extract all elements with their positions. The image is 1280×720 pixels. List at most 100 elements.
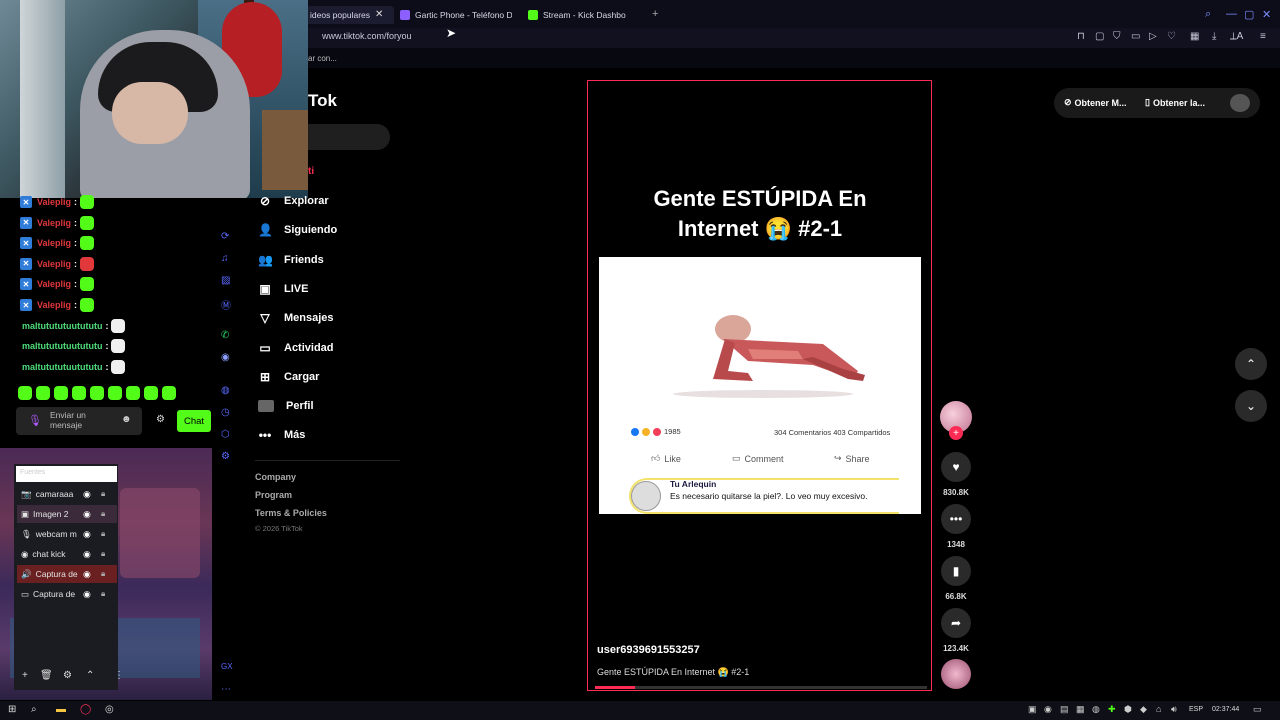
nav-live[interactable]: ▣ LIVE: [258, 278, 308, 300]
previous-video-button[interactable]: ⌃: [1235, 348, 1267, 380]
eye-icon[interactable]: ◉: [83, 529, 91, 540]
obs-source-row[interactable]: ▣ Imagen 2 ◉ 🔒︎: [17, 505, 117, 523]
emote-icon[interactable]: [36, 386, 50, 400]
avatar[interactable]: [1230, 94, 1250, 112]
shield-icon[interactable]: ⛉: [1113, 31, 1121, 42]
mod-icon[interactable]: Ⓜ: [221, 297, 231, 312]
more-icon[interactable]: ⋮: [114, 670, 124, 681]
close-tab-icon[interactable]: ✕: [375, 9, 383, 20]
nav-following[interactable]: 👤 Siguiendo: [258, 219, 337, 241]
sources-filter-input[interactable]: Fuentes: [16, 466, 117, 482]
chat-send-button[interactable]: Chat: [177, 410, 211, 432]
extension-icon[interactable]: ▦: [1190, 31, 1199, 42]
cube-icon[interactable]: ⬡: [221, 429, 230, 440]
lock-icon[interactable]: 🔒︎: [101, 569, 105, 579]
pin-icon[interactable]: ⊓: [1077, 31, 1085, 42]
eye-icon[interactable]: ◉: [83, 549, 91, 560]
footer-terms[interactable]: Terms & Policies: [255, 508, 327, 518]
url-field[interactable]: www.tiktok.com/foryou: [322, 31, 412, 41]
obs-source-row[interactable]: 🔊 Captura de ◉ 🔒︎: [17, 565, 117, 583]
music-disc[interactable]: [941, 659, 971, 689]
eye-icon[interactable]: ◉: [83, 509, 91, 520]
nav-profile[interactable]: Perfil: [258, 395, 314, 417]
footer-company[interactable]: Company: [255, 472, 296, 482]
obs-icon[interactable]: ◎: [105, 704, 114, 715]
new-tab-icon[interactable]: +: [652, 8, 658, 20]
emote-icon[interactable]: [126, 386, 140, 400]
tab-gartic[interactable]: Gartic Phone - Teléfono D: [400, 6, 512, 24]
notification-icon[interactable]: ▭: [1253, 704, 1262, 715]
spotify-icon[interactable]: ◍: [221, 385, 230, 396]
tab-kick[interactable]: Stream - Kick Dashbo: [528, 6, 643, 24]
wallet-icon[interactable]: ▭: [1131, 31, 1140, 42]
eye-icon[interactable]: ◉: [83, 489, 91, 500]
nav-messages[interactable]: ▽ Mensajes: [258, 307, 333, 329]
more-icon[interactable]: ⋯: [221, 684, 231, 695]
chat-username[interactable]: Valeplig: [37, 259, 71, 269]
lock-icon[interactable]: 🔒︎: [101, 489, 105, 499]
download-icon[interactable]: ⤓: [1212, 31, 1216, 42]
lock-icon[interactable]: 🔒︎: [101, 549, 105, 559]
video-username[interactable]: user6939691553257: [597, 644, 700, 656]
opera-gx-icon[interactable]: ◯: [80, 704, 91, 715]
settings-icon[interactable]: ⚙: [221, 451, 230, 462]
settings-icon[interactable]: ⚙: [63, 670, 72, 681]
tray-app-icon[interactable]: ⬢: [1124, 704, 1132, 715]
lock-icon[interactable]: 🔒︎: [101, 589, 105, 599]
close-window-icon[interactable]: ✕: [1262, 8, 1271, 21]
menu-icon[interactable]: ≡: [1260, 31, 1266, 42]
tiktok-logo[interactable]: Tok: [308, 91, 337, 111]
tray-app-icon[interactable]: ▣: [1028, 704, 1037, 715]
screenshot-icon[interactable]: ▢: [1095, 31, 1104, 42]
emote-icon[interactable]: [162, 386, 176, 400]
emote-icon[interactable]: [18, 386, 32, 400]
lock-icon[interactable]: 🔒︎: [101, 529, 105, 539]
tray-app-icon[interactable]: ▤: [1060, 704, 1069, 715]
search-input[interactable]: [308, 124, 390, 150]
obs-source-row[interactable]: 🎙 webcam m ◉ 🔒︎: [17, 525, 117, 543]
save-button[interactable]: ▮: [941, 556, 971, 586]
chat-username[interactable]: Valeplig: [37, 238, 71, 248]
chat-username[interactable]: Valeplig: [37, 279, 71, 289]
language-indicator[interactable]: ESP: [1189, 706, 1203, 713]
tray-app-icon[interactable]: ◉: [1044, 704, 1052, 715]
volume-icon[interactable]: 🔊︎: [1171, 704, 1177, 715]
obs-source-row[interactable]: ▭ Captura de ◉ 🔒︎: [17, 585, 117, 603]
chat-username[interactable]: maltutututuutututu: [22, 341, 102, 351]
lock-icon[interactable]: 🔒︎: [101, 509, 105, 519]
add-source-icon[interactable]: +: [22, 670, 28, 681]
nav-for-you[interactable]: ti: [308, 166, 314, 177]
whatsapp-icon[interactable]: ✆: [221, 330, 229, 341]
clock[interactable]: 02:37:44: [1212, 706, 1239, 713]
share-button[interactable]: ➦: [941, 608, 971, 638]
emoji-icon[interactable]: ☻: [121, 414, 132, 425]
comment-button[interactable]: •••: [941, 504, 971, 534]
search-icon[interactable]: ⌕: [1205, 8, 1211, 21]
eye-icon[interactable]: ◉: [83, 569, 91, 580]
emote-icon[interactable]: [108, 386, 122, 400]
discord-icon[interactable]: ◉: [221, 352, 230, 363]
like-button[interactable]: ♥: [941, 452, 971, 482]
follow-plus-icon[interactable]: +: [949, 426, 963, 440]
obs-source-row[interactable]: 📷 camaraaa ◉ 🔒︎: [17, 485, 117, 503]
heart-icon[interactable]: ♡: [1167, 31, 1176, 42]
layers-icon[interactable]: ▨: [221, 275, 230, 286]
play-icon[interactable]: ▷: [1149, 31, 1157, 42]
refresh-icon[interactable]: ⟳: [221, 231, 229, 242]
network-icon[interactable]: ⌂: [1156, 704, 1161, 714]
footer-program[interactable]: Program: [255, 490, 292, 500]
next-video-button[interactable]: ⌄: [1235, 390, 1267, 422]
bookmark-item[interactable]: ar con...: [308, 54, 337, 63]
nav-explore[interactable]: ⊘ Explorar: [258, 190, 329, 212]
tray-app-icon[interactable]: ▦: [1076, 704, 1085, 715]
tray-app-icon[interactable]: ◆: [1140, 704, 1147, 715]
emote-icon[interactable]: [72, 386, 86, 400]
search-icon[interactable]: ⌕: [31, 704, 37, 715]
video-progress-bar[interactable]: [595, 686, 927, 689]
chat-username[interactable]: Valeplig: [37, 218, 71, 228]
folder-icon[interactable]: ▬: [56, 704, 66, 715]
nav-more[interactable]: ••• Más: [258, 424, 306, 446]
history-icon[interactable]: ◷: [221, 407, 230, 418]
get-coins-button[interactable]: ⊘ Obtener M...: [1064, 97, 1127, 108]
tray-app-icon[interactable]: ✚: [1108, 704, 1116, 715]
